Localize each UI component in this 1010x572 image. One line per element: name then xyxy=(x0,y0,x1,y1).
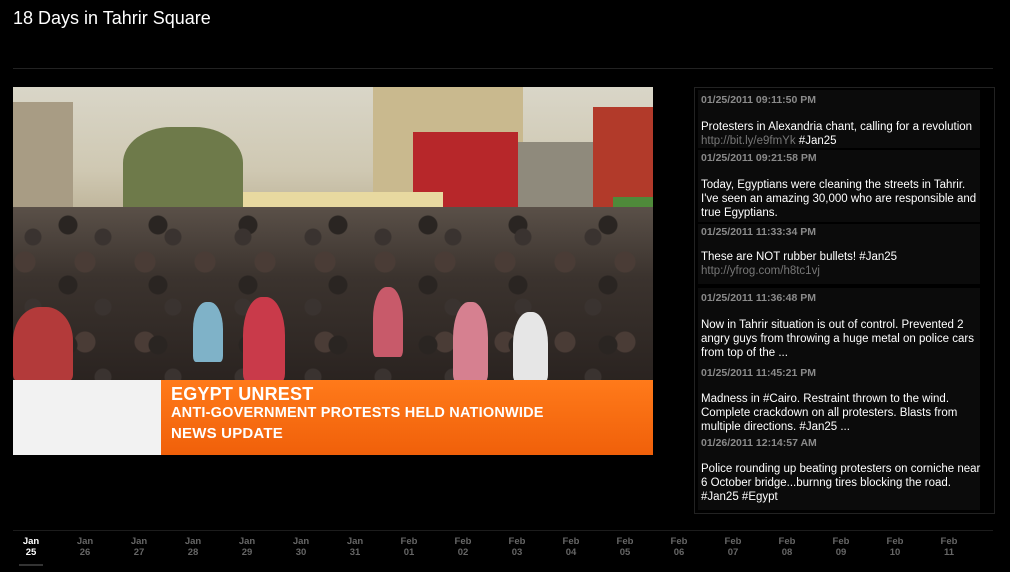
timeline-day-month: Jan xyxy=(22,536,40,547)
list-item: 01/26/2011 12:14:57 AM Police rounding u… xyxy=(698,434,980,510)
ticker-subheadline: ANTI-GOVERNMENT PROTESTS HELD NATIONWIDE xyxy=(171,405,544,421)
video-scene-person xyxy=(373,287,403,357)
tweet-text: Madness in #Cairo. Restraint thrown to t… xyxy=(701,393,958,433)
timeline-day-month: Feb xyxy=(724,536,742,547)
page-title: 18 Days in Tahrir Square xyxy=(13,8,211,28)
timeline-day-feb-03[interactable]: Feb 03 xyxy=(499,536,535,558)
tweet-text: Today, Egyptians were cleaning the stree… xyxy=(701,179,977,219)
timeline-day-month: Feb xyxy=(400,536,418,547)
news-ticker-logo-area xyxy=(13,380,163,455)
tweet-timestamp: 01/26/2011 12:14:57 AM xyxy=(701,437,817,449)
video-scene-person xyxy=(193,302,223,362)
list-item: 01/25/2011 11:33:34 PM These are NOT rub… xyxy=(698,224,980,284)
timeline-day-month: Feb xyxy=(832,536,850,547)
timeline-day-number: 30 xyxy=(295,546,307,558)
timeline-day-number: 25 xyxy=(25,546,37,558)
header-divider xyxy=(13,68,993,69)
video-scene-person xyxy=(13,307,73,382)
timeline-day-number: 08 xyxy=(781,546,793,558)
timeline-day-number: 11 xyxy=(943,546,955,558)
tweet-link[interactable]: http://bit.ly/e9fmYk xyxy=(701,135,796,147)
timeline-day-month: Jan xyxy=(184,536,202,547)
timeline-day-jan-29[interactable]: Jan 29 xyxy=(229,536,265,558)
timeline-day-month: Feb xyxy=(778,536,796,547)
timeline-day-number: 27 xyxy=(133,546,145,558)
timeline-day-number: 02 xyxy=(457,546,469,558)
timeline-day-month: Jan xyxy=(292,536,310,547)
timeline-day-number: 01 xyxy=(403,546,415,558)
video-scene-trees xyxy=(123,127,243,217)
timeline-day-number: 09 xyxy=(835,546,847,558)
timeline-day-jan-27[interactable]: Jan 27 xyxy=(121,536,157,558)
tweet-feed[interactable]: 01/25/2011 09:11:50 PM Protesters in Ale… xyxy=(694,87,995,514)
timeline-day-jan-26[interactable]: Jan 26 xyxy=(67,536,103,558)
video-player[interactable]: EGYPT UNREST ANTI-GOVERNMENT PROTESTS HE… xyxy=(13,87,653,455)
tweet-text: Protesters in Alexandria chant, calling … xyxy=(701,121,973,147)
timeline-day-feb-02[interactable]: Feb 02 xyxy=(445,536,481,558)
timeline-day-month: Jan xyxy=(76,536,94,547)
tweet-timestamp: 01/25/2011 09:21:58 PM xyxy=(701,152,817,164)
timeline-day-number: 05 xyxy=(619,546,631,558)
timeline-day-month: Feb xyxy=(886,536,904,547)
timeline-day-number: 31 xyxy=(349,546,361,558)
video-scene-building xyxy=(13,102,73,212)
list-item: 01/25/2011 11:45:21 PM Madness in #Cairo… xyxy=(698,364,980,434)
timeline-day-number: 10 xyxy=(889,546,901,558)
timeline-day-feb-11[interactable]: Feb 11 xyxy=(931,536,967,558)
timeline-day-feb-05[interactable]: Feb 05 xyxy=(607,536,643,558)
tweet-link[interactable]: http://yfrog.com/h8tc1vj xyxy=(701,265,820,277)
tweet-timestamp: 01/25/2011 11:45:21 PM xyxy=(701,367,817,379)
timeline-day-number: 26 xyxy=(79,546,91,558)
video-scene-person xyxy=(453,302,488,382)
timeline-day-month: Feb xyxy=(454,536,472,547)
video-scene-person xyxy=(243,297,285,382)
timeline-day-month: Feb xyxy=(940,536,958,547)
ticker-headline: EGYPT UNREST xyxy=(171,384,314,404)
timeline-day-number: 07 xyxy=(727,546,739,558)
timeline-day-number: 03 xyxy=(511,546,523,558)
timeline-day-feb-09[interactable]: Feb 09 xyxy=(823,536,859,558)
timeline-day-number: 04 xyxy=(565,546,577,558)
list-item: 01/25/2011 09:21:58 PM Today, Egyptians … xyxy=(698,150,980,222)
tweet-text: Police rounding up beating protesters on… xyxy=(701,463,981,503)
timeline-divider xyxy=(13,530,993,531)
timeline-day-feb-04[interactable]: Feb 04 xyxy=(553,536,589,558)
timeline-day-month: Feb xyxy=(616,536,634,547)
timeline-day-month: Feb xyxy=(508,536,526,547)
timeline-day-feb-06[interactable]: Feb 06 xyxy=(661,536,697,558)
timeline-day-jan-28[interactable]: Jan 28 xyxy=(175,536,211,558)
timeline-day-number: 06 xyxy=(673,546,685,558)
video-scene-person xyxy=(513,312,548,382)
list-item: 01/25/2011 09:11:50 PM Protesters in Ale… xyxy=(698,90,980,148)
tweet-timestamp: 01/25/2011 11:33:34 PM xyxy=(701,226,817,238)
timeline-day-month: Feb xyxy=(562,536,580,547)
timeline-day-number: 29 xyxy=(241,546,253,558)
list-item: 01/25/2011 11:36:48 PM Now in Tahrir sit… xyxy=(698,288,980,364)
timeline-day-jan-30[interactable]: Jan 30 xyxy=(283,536,319,558)
ticker-label: NEWS UPDATE xyxy=(171,425,283,442)
timeline-day-jan-31[interactable]: Jan 31 xyxy=(337,536,373,558)
timeline-day-month: Jan xyxy=(238,536,256,547)
timeline-day-feb-10[interactable]: Feb 10 xyxy=(877,536,913,558)
timeline-day-number: 28 xyxy=(187,546,199,558)
timeline-day-feb-08[interactable]: Feb 08 xyxy=(769,536,805,558)
timeline-day-month: Feb xyxy=(670,536,688,547)
video-scene-crowd xyxy=(13,207,653,382)
news-ticker: EGYPT UNREST ANTI-GOVERNMENT PROTESTS HE… xyxy=(161,380,653,455)
timeline-day-feb-07[interactable]: Feb 07 xyxy=(715,536,751,558)
timeline-day-month: Jan xyxy=(346,536,364,547)
tweet-text: Now in Tahrir situation is out of contro… xyxy=(701,319,974,359)
tweet-timestamp: 01/25/2011 11:36:48 PM xyxy=(701,292,817,304)
timeline-day-feb-01[interactable]: Feb 01 xyxy=(391,536,427,558)
tweet-text: These are NOT rubber bullets! #Jan25 http… xyxy=(701,251,898,277)
timeline-day-jan-25[interactable]: Jan 25 xyxy=(13,536,49,566)
tweet-timestamp: 01/25/2011 09:11:50 PM xyxy=(701,94,817,106)
timeline-day-month: Jan xyxy=(130,536,148,547)
